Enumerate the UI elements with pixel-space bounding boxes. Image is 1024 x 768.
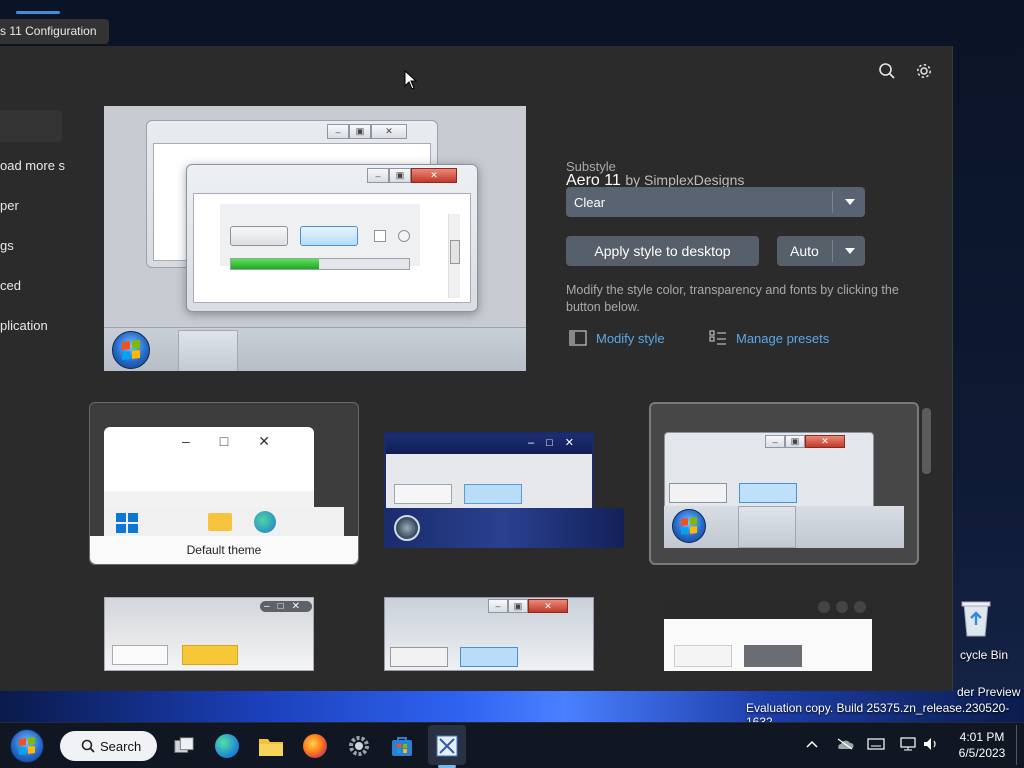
theme-card-default[interactable]: –□✕ Default theme (89, 402, 359, 565)
clock-date: 6/5/2023 (958, 746, 1006, 760)
settings-gear-icon[interactable] (345, 733, 373, 759)
substyle-label: Substyle (566, 159, 616, 174)
basic-taskbar (384, 508, 624, 548)
window-controls-icon: –□✕ (260, 601, 312, 612)
gear-icon[interactable] (913, 60, 935, 82)
preview-taskbar (104, 327, 526, 371)
substyle-dropdown[interactable]: Clear (566, 187, 865, 217)
theme-card-aero-11[interactable]: – ▣ ✕ (649, 402, 919, 565)
modify-style-icon[interactable] (568, 328, 588, 348)
aero-taskbar (664, 506, 904, 548)
maximize-icon: ▣ (785, 435, 805, 448)
chevron-down-icon (845, 199, 855, 205)
default-taskbar (104, 507, 344, 537)
preview-front-client (193, 193, 471, 303)
sidebar-selected-highlight (0, 110, 62, 142)
start-button[interactable] (8, 727, 46, 765)
preview-scrollbar (448, 214, 460, 298)
manage-presets-link[interactable]: Manage presets (736, 331, 829, 346)
recycle-bin-label[interactable]: cycle Bin (960, 648, 1008, 662)
window-title[interactable]: s 11 Configuration (0, 19, 109, 44)
app-window: oad more s per gs ced plication – ▣ ✕ – … (0, 46, 953, 691)
windows-orb-icon (672, 509, 706, 543)
minimize-icon: – (765, 435, 785, 448)
taskbar: Search 4:01 PM 6/5/2023 (0, 722, 1024, 768)
maximize-icon: ▣ (508, 599, 528, 613)
auto-button[interactable]: Auto (777, 236, 865, 266)
windows-orb-icon (10, 729, 44, 763)
window-controls-icon (818, 601, 866, 613)
chevron-down-icon (845, 248, 855, 254)
chevron-up-icon[interactable] (806, 737, 818, 751)
insider-preview-label: der Preview (957, 685, 1021, 699)
windows-orb-icon (394, 515, 420, 541)
clock-time: 4:01 PM (959, 730, 1005, 744)
sidebar-item-settings[interactable]: gs (0, 238, 14, 253)
close-icon: ✕ (411, 168, 457, 183)
keyboard-icon[interactable] (867, 738, 885, 753)
firefox-icon[interactable] (301, 733, 329, 759)
preview-progress-bar (230, 258, 410, 270)
folder-icon (208, 513, 232, 531)
window-controls-icon: –□✕ (182, 433, 300, 449)
file-explorer-icon[interactable] (257, 733, 285, 759)
windows-orb-icon (112, 331, 150, 369)
theme-card-metro[interactable]: –□✕ (104, 597, 314, 671)
preview-radio (398, 230, 410, 242)
theme-author: by SimplexDesigns (625, 172, 745, 188)
taskbar-clock[interactable]: 4:01 PM 6/5/2023 (952, 729, 1012, 761)
mouse-cursor-icon (404, 70, 418, 90)
network-icon[interactable] (899, 736, 917, 755)
recycle-bin-icon[interactable] (956, 598, 996, 637)
style-description: Modify the style color, transparency and… (566, 283, 899, 314)
theme-card-basic[interactable]: –□✕ (384, 432, 624, 548)
sidebar-item-application[interactable]: plication (0, 318, 48, 333)
window-title-indicator (16, 11, 60, 14)
preview-button (230, 226, 288, 246)
sidebar-item-wallpaper[interactable]: per (0, 198, 19, 213)
task-view-icon[interactable] (170, 733, 198, 759)
gallery-scrollbar[interactable] (922, 408, 931, 474)
substyle-value: Clear (574, 195, 606, 210)
close-icon: ✕ (805, 435, 845, 448)
windhawk-config-icon[interactable] (433, 733, 461, 759)
theme-card-aero-classic[interactable]: – ▣ ✕ (384, 597, 594, 671)
minimize-icon: – (488, 599, 508, 613)
sidebar-item-download-more[interactable]: oad more s (0, 158, 65, 173)
window-controls-icon: –□✕ (528, 437, 586, 449)
minimize-icon: – (327, 124, 349, 139)
taskbar-search-label: Search (100, 739, 142, 754)
theme-preview: – ▣ ✕ – ▣ ✕ (104, 106, 526, 371)
edge-icon (254, 511, 276, 533)
sidebar-item-advanced[interactable]: ced (0, 278, 21, 293)
store-icon[interactable] (388, 733, 416, 759)
onedrive-icon[interactable] (836, 738, 854, 753)
apply-style-button[interactable]: Apply style to desktop (566, 236, 759, 266)
preview-button-focused (300, 226, 358, 246)
auto-button-label: Auto (790, 243, 819, 259)
modify-style-link[interactable]: Modify style (596, 331, 665, 346)
minimize-icon: – (367, 168, 389, 183)
search-icon (81, 739, 95, 753)
theme-card-dark[interactable] (664, 597, 872, 671)
maximize-icon: ▣ (349, 124, 371, 139)
close-icon: ✕ (371, 124, 407, 139)
close-icon: ✕ (528, 599, 568, 613)
search-icon[interactable] (876, 60, 898, 82)
taskbar-search[interactable]: Search (60, 731, 157, 761)
volume-icon[interactable] (922, 736, 940, 755)
manage-presets-icon[interactable] (708, 328, 728, 348)
maximize-icon: ▣ (389, 168, 411, 183)
preview-checkbox (374, 230, 386, 242)
default-theme-label: Default theme (90, 536, 358, 564)
windows-logo-icon (116, 513, 138, 533)
show-desktop-button[interactable] (1016, 725, 1021, 765)
preview-task-button (178, 330, 238, 371)
preview-front-window: – ▣ ✕ (186, 164, 478, 312)
edge-icon[interactable] (213, 733, 241, 759)
